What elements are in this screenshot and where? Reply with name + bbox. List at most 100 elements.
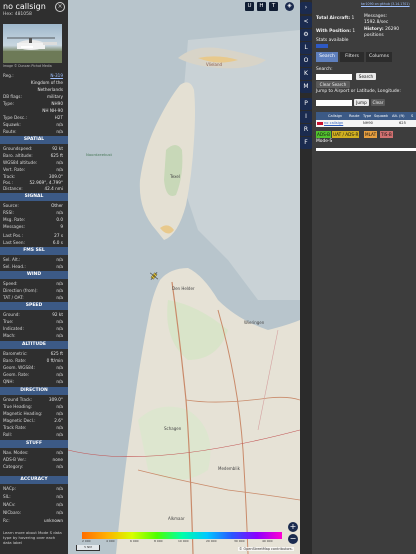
alt-qnh-row: QNH: n/a [3, 379, 63, 384]
speed-indicated-row: Indicated: n/a [3, 326, 63, 331]
search-button[interactable]: Search [356, 73, 376, 80]
aircraft-list-panel: tar1090 on github (3.14.1701) Total Airc… [312, 0, 416, 554]
category-row: Category: n/a [3, 464, 63, 469]
jump-clear-button[interactable]: Clear [371, 99, 385, 106]
messages-value: 1592.8/sec [364, 20, 389, 25]
wgs84-altitude-row: WGS84 altitude: n/a [3, 160, 63, 165]
history-unit: positions [364, 33, 384, 38]
toggle-f[interactable]: F [300, 137, 312, 149]
section-direction[interactable]: DIRECTION [0, 387, 68, 395]
adsb-version-row: ADS-B Ver.: none [3, 457, 63, 462]
toggle-p[interactable]: P [300, 98, 312, 110]
vert-rate-row: Vert. Rate: n/a [3, 167, 63, 172]
legend-mlat[interactable]: MLAT [364, 131, 378, 138]
map-button-u[interactable]: U [245, 2, 254, 11]
rc-row: Rc: unknown [3, 518, 63, 523]
section-signal[interactable]: SIGNAL [0, 193, 68, 201]
toggle-i[interactable]: I [300, 111, 312, 123]
tab-columns[interactable]: Columns [366, 52, 392, 62]
stats-button[interactable] [316, 44, 328, 48]
settings-gear-icon[interactable]: ⚙ [300, 29, 312, 41]
map-attribution[interactable]: © OpenStreetMap contributors. [238, 547, 294, 551]
reg-country-row: Kingdom of the [30, 80, 63, 85]
label-noordzee: Noordzeekust [86, 152, 113, 157]
colorbar-tick: 20 000 [206, 539, 217, 543]
collapse-button[interactable]: < [300, 16, 312, 28]
close-icon[interactable]: × [55, 2, 65, 12]
section-fms-sel[interactable]: FMS SEL [0, 247, 68, 255]
zoom-in-button[interactable]: + [288, 522, 298, 532]
toggle-o[interactable]: O [300, 55, 312, 67]
alt-geom-row: Geom. WGS84: n/a [3, 365, 63, 370]
map-view[interactable]: Vlieland Texel Noordzeekust Den Helder W… [68, 0, 300, 554]
total-aircraft: Total Aircraft: 1 [316, 16, 355, 21]
legend-uat[interactable]: UAT / ADS-R [332, 131, 360, 138]
search-input[interactable] [316, 74, 352, 80]
toggle-r[interactable]: R [300, 124, 312, 136]
expand-icon[interactable]: › [300, 2, 312, 14]
callsign-title: no callsign [3, 2, 46, 11]
version-link[interactable]: tar1090 on github (3.14.1701) [361, 2, 410, 6]
legend-tisb[interactable]: TIS-B [380, 131, 393, 138]
section-accuracy[interactable]: ACCURACY [0, 476, 68, 484]
map-canvas[interactable]: Vlieland Texel Noordzeekust Den Helder W… [68, 0, 300, 554]
label-den-helder: Den Helder [172, 286, 195, 291]
legend-adsb[interactable]: ADS-B [316, 131, 331, 138]
db-flags-row: DB flags: military [3, 94, 63, 99]
col-altitude[interactable]: Alt. (ft) [392, 112, 405, 120]
aircraft-photo[interactable] [3, 24, 62, 63]
col-route[interactable]: Route [349, 112, 359, 120]
tab-search[interactable]: Search [316, 52, 338, 62]
nav-modes-row: Nav. Modes: n/a [3, 450, 63, 455]
horizontal-scrollbar[interactable] [316, 148, 416, 151]
table-row[interactable]: no callsign NH90 625 [316, 120, 416, 127]
section-spatial[interactable]: SPATIAL [0, 136, 68, 144]
jump-input[interactable] [316, 100, 352, 106]
section-stuff[interactable]: STUFF [0, 440, 68, 448]
toggle-l[interactable]: L [300, 42, 312, 54]
section-speed[interactable]: SPEED [0, 302, 68, 310]
hex-value[interactable]: 481058 [15, 12, 32, 17]
row-type: NH90 [363, 121, 373, 125]
jump-label: Jump to Airport or Latitude, Longitude: [316, 89, 401, 94]
table-header: Callsign Route Type Squawk Alt. (ft) S [316, 112, 416, 120]
sil-row: SIL: n/a [3, 494, 63, 499]
label-alkmaar: Alkmaar [168, 516, 185, 521]
photo-credit[interactable]: Image © Duncan Pichot Media [3, 64, 52, 68]
row-callsign[interactable]: no callsign [324, 120, 343, 127]
messages-label: Messages: [364, 14, 388, 19]
section-altitude[interactable]: ALTITUDE [0, 341, 68, 349]
section-wind[interactable]: WIND [0, 271, 68, 279]
last-seen-row: Last Seen: 6.0 s [3, 240, 63, 245]
groundspeed-row: Groundspeed: 92 kt [3, 146, 63, 151]
app-root: no callsign Hex: 481058 × Image © Duncan… [0, 0, 416, 554]
colorbar-tick: 40 000 [262, 539, 273, 543]
col-callsign[interactable]: Callsign [328, 112, 342, 120]
clear-search-button[interactable]: Clear Search [316, 81, 350, 88]
alt-baro-row: Barometric: 625 ft [3, 351, 63, 356]
dir-roll-row: Roll: n/a [3, 432, 63, 437]
layers-icon[interactable]: ◈ [285, 2, 294, 11]
dir-ground-track-row: Ground Track: 309.0° [3, 397, 63, 402]
label-wieringen: Wieringen [244, 320, 265, 325]
tab-filters[interactable]: Filters [340, 52, 364, 62]
jump-button[interactable]: Jump [354, 99, 369, 106]
toggle-m[interactable]: M [300, 81, 312, 93]
stats-available: Stats available [316, 38, 349, 43]
nacp-row: NACp: n/a [3, 486, 63, 491]
legend-modes[interactable]: Mode-S [316, 139, 332, 144]
col-squawk[interactable]: Squawk [374, 112, 388, 120]
zoom-out-button[interactable]: − [288, 534, 298, 544]
dir-mag-heading-row: Magnetic Heading: n/a [3, 411, 63, 416]
hex-id: Hex: 481058 [3, 12, 32, 17]
map-button-t[interactable]: T [269, 2, 278, 11]
scale-bar: 5 NM [76, 545, 100, 551]
map-button-h[interactable]: H [257, 2, 266, 11]
type-name-row: NH NH-90 [42, 108, 63, 113]
aircraft-info-panel: no callsign Hex: 481058 × Image © Duncan… [0, 0, 68, 554]
dir-mag-decl-row: Magnetic Decl.: 2.6° [3, 418, 63, 423]
toggle-k[interactable]: K [300, 68, 312, 80]
col-speed[interactable]: S [411, 112, 413, 120]
col-type[interactable]: Type [363, 112, 371, 120]
dir-true-heading-row: True Heading: n/a [3, 404, 63, 409]
